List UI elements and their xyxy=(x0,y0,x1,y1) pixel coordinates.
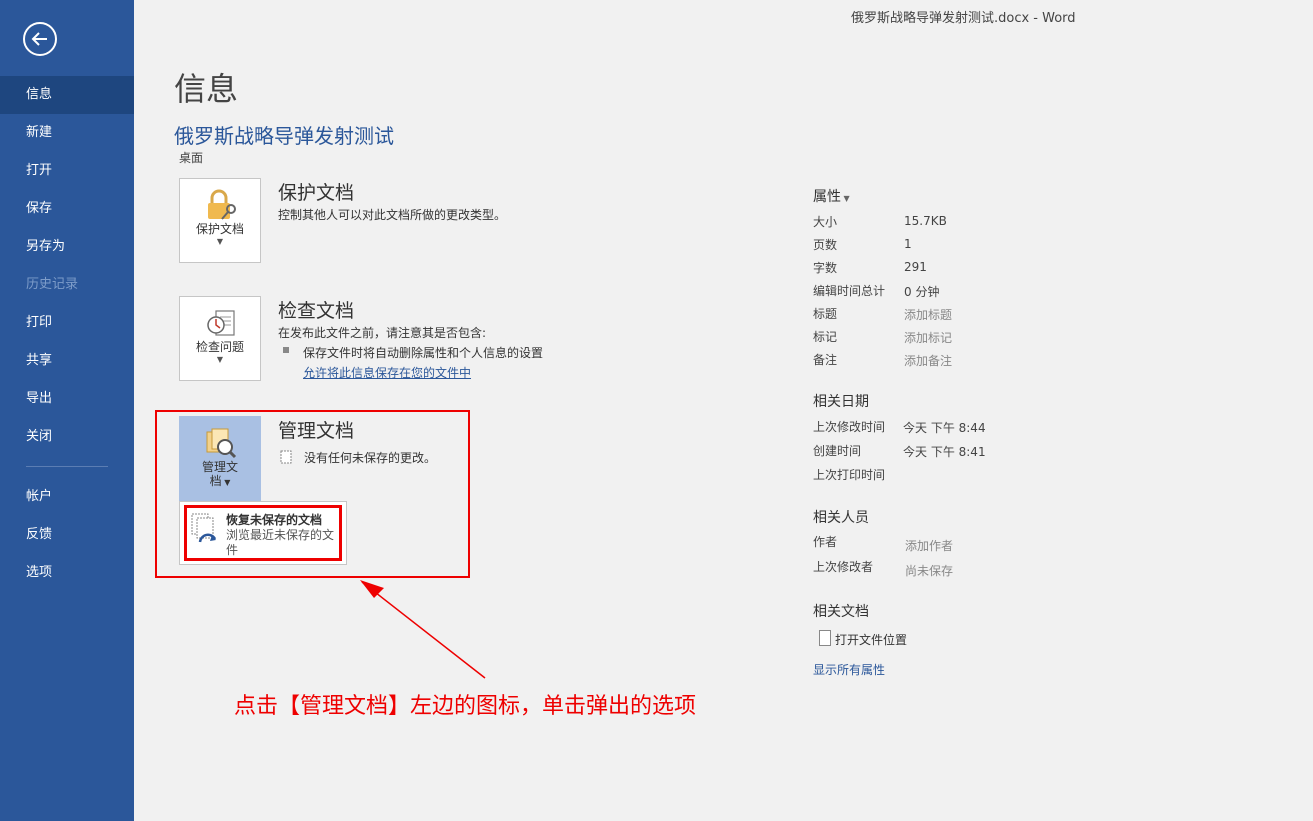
prop-val-pages: 1 xyxy=(904,237,912,251)
open-file-location-link[interactable]: 打开文件位置 xyxy=(835,631,907,648)
back-arrow-icon xyxy=(31,32,47,46)
manage-tile-label-line1: 管理文 xyxy=(201,460,238,474)
check-issues-button[interactable]: 检查问题 ▼ xyxy=(179,296,261,381)
manage-document-icon xyxy=(206,428,237,459)
nav-divider xyxy=(26,466,108,467)
file-icon xyxy=(819,630,831,646)
prop-key-title: 标题 xyxy=(813,307,838,321)
prop-key-comments: 备注 xyxy=(813,353,838,367)
chevron-down-icon: ▼ xyxy=(216,355,224,364)
recover-item-description: 浏览最近未保存的文件 xyxy=(226,528,335,557)
protect-document-button[interactable]: 保护文档 ▼ xyxy=(179,178,261,263)
manage-tile-label-line2: 档 xyxy=(209,474,222,488)
prop-key-pages: 页数 xyxy=(813,238,838,252)
manage-document-button[interactable]: 管理文 档 ▼ xyxy=(179,416,261,501)
nav-save-as[interactable]: 另存为 xyxy=(0,228,134,266)
nav-export[interactable]: 导出 xyxy=(0,380,134,418)
unsaved-document-icon xyxy=(280,450,292,464)
chevron-down-icon: ▼ xyxy=(221,478,231,487)
manage-title: 管理文档 xyxy=(278,420,355,442)
inspect-bullet-text: 保存文件时将自动删除属性和个人信息的设置 xyxy=(303,346,544,360)
chevron-down-icon: ▼ xyxy=(216,237,224,246)
nav-print[interactable]: 打印 xyxy=(0,304,134,342)
backstage-sidebar: 信息 新建 打开 保存 另存为 历史记录 打印 共享 导出 关闭 帐户 反馈 选… xyxy=(0,0,134,821)
lock-key-icon xyxy=(208,189,236,220)
manage-tile-label: 管理文 档 ▼ xyxy=(179,460,261,490)
properties-heading[interactable]: 属性 ▼ xyxy=(813,186,850,206)
inspect-title: 检查文档 xyxy=(278,300,355,322)
bullet-icon xyxy=(283,347,289,353)
recover-document-icon xyxy=(191,513,217,543)
nav-open[interactable]: 打开 xyxy=(0,152,134,190)
window-title: 俄罗斯战略导弹发射测试.docx - Word xyxy=(851,11,1076,26)
prop-key-edit-time: 编辑时间总计 xyxy=(813,284,886,298)
show-all-properties-link[interactable]: 显示所有属性 xyxy=(813,661,885,678)
prop-key-size: 大小 xyxy=(813,215,838,229)
annotation-text: 点击【管理文档】左边的图标，单击弹出的选项 xyxy=(234,694,697,719)
recover-unsaved-documents-item[interactable]: 恢复未保存的文档 浏览最近未保存的文件 xyxy=(184,505,342,561)
prop-val-edit-time: 0 分钟 xyxy=(904,285,940,299)
prop-key-words: 字数 xyxy=(813,261,838,275)
document-location: 桌面 xyxy=(179,151,204,165)
inspect-description: 在发布此文件之前，请注意其是否包含: xyxy=(278,326,487,340)
check-issues-tile-label: 检查问题 xyxy=(195,340,244,354)
prop-key-tags: 标记 xyxy=(813,330,838,344)
manage-dropdown: 恢复未保存的文档 浏览最近未保存的文件 xyxy=(179,501,347,565)
nav-account[interactable]: 帐户 xyxy=(0,478,134,516)
allow-save-info-link[interactable]: 允许将此信息保存在您的文件中 xyxy=(303,364,471,381)
nav-options[interactable]: 选项 xyxy=(0,554,134,592)
prop-input-author[interactable]: 添加作者 xyxy=(905,537,953,554)
prop-val-words: 291 xyxy=(904,260,927,274)
related-people-heading: 相关人员 xyxy=(813,510,869,526)
manage-description: 没有任何未保存的更改。 xyxy=(304,451,437,465)
prop-key-created: 创建时间 xyxy=(813,444,862,458)
chevron-down-icon: ▼ xyxy=(841,194,850,203)
prop-key-last-modified-by: 上次修改者 xyxy=(813,560,874,574)
nav-new[interactable]: 新建 xyxy=(0,114,134,152)
back-button[interactable] xyxy=(23,22,57,56)
prop-val-last-modified: 今天 下午 8:44 xyxy=(903,421,986,435)
document-title: 俄罗斯战略导弹发射测试 xyxy=(174,124,394,148)
recover-item-title: 恢复未保存的文档 xyxy=(226,513,323,527)
protect-tile-label: 保护文档 xyxy=(195,222,244,236)
protect-description: 控制其他人可以对此文档所做的更改类型。 xyxy=(278,208,507,222)
nav-save[interactable]: 保存 xyxy=(0,190,134,228)
inspect-document-icon xyxy=(207,310,235,336)
prop-val-created: 今天 下午 8:41 xyxy=(903,445,986,459)
page-title: 信息 xyxy=(174,70,239,108)
protect-title: 保护文档 xyxy=(278,182,355,204)
nav-history: 历史记录 xyxy=(26,277,79,292)
nav-close[interactable]: 关闭 xyxy=(0,418,134,456)
nav-share[interactable]: 共享 xyxy=(0,342,134,380)
prop-input-title[interactable]: 添加标题 xyxy=(904,306,952,323)
nav-feedback[interactable]: 反馈 xyxy=(0,516,134,554)
properties-heading-label: 属性 xyxy=(813,189,841,205)
nav-info[interactable]: 信息 xyxy=(0,76,134,114)
prop-input-comments[interactable]: 添加备注 xyxy=(904,352,952,369)
prop-key-last-modified: 上次修改时间 xyxy=(813,420,886,434)
related-documents-heading: 相关文档 xyxy=(813,604,869,620)
prop-val-last-modified-by: 尚未保存 xyxy=(905,564,954,578)
prop-key-author: 作者 xyxy=(813,535,838,549)
prop-input-tags[interactable]: 添加标记 xyxy=(904,329,952,346)
related-dates-heading: 相关日期 xyxy=(813,394,869,410)
prop-val-size: 15.7KB xyxy=(904,214,947,228)
prop-key-last-printed: 上次打印时间 xyxy=(813,468,886,482)
